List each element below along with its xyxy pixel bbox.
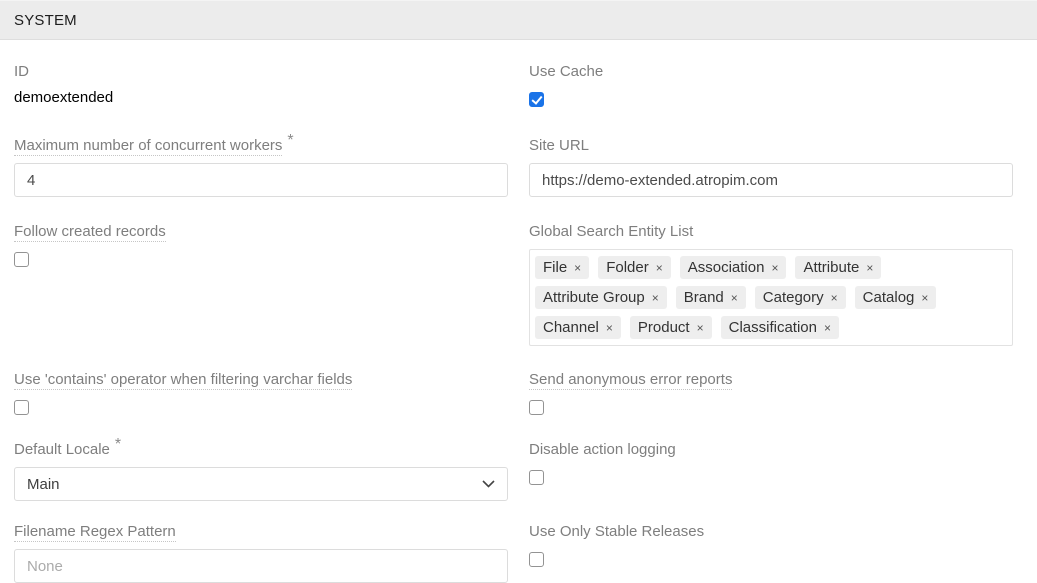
entity-tag: Catalog × — [855, 286, 937, 309]
system-settings-form: ID demoextended Use Cache Maximum number… — [0, 40, 1037, 583]
field-stable-releases: Use Only Stable Releases — [529, 523, 1013, 583]
default-locale-label: Default Locale* — [14, 441, 508, 458]
entity-tag: Classification × — [721, 316, 839, 339]
field-follow-created: Follow created records — [14, 223, 508, 346]
entity-tag: Channel × — [535, 316, 621, 339]
follow-created-label: Follow created records — [14, 223, 508, 240]
field-site-url: Site URL — [529, 137, 1013, 197]
panel-heading: SYSTEM — [0, 0, 1037, 40]
stable-releases-label: Use Only Stable Releases — [529, 523, 1013, 540]
entity-tag-label: Catalog — [863, 288, 915, 307]
entity-tag: Brand × — [676, 286, 746, 309]
chevron-down-icon — [482, 480, 495, 488]
required-marker: * — [115, 436, 121, 453]
remove-tag-icon[interactable]: × — [824, 322, 831, 334]
global-search-tags-box[interactable]: File × Folder × Association × Attribute × At… — [529, 249, 1013, 346]
follow-created-checkbox[interactable] — [14, 252, 29, 267]
max-workers-input[interactable] — [14, 163, 508, 197]
site-url-label: Site URL — [529, 137, 1013, 154]
entity-tag-label: Product — [638, 318, 690, 337]
entity-tag: Folder × — [598, 256, 671, 279]
entity-tag-label: Channel — [543, 318, 599, 337]
remove-tag-icon[interactable]: × — [771, 262, 778, 274]
remove-tag-icon[interactable]: × — [866, 262, 873, 274]
id-label: ID — [14, 63, 508, 80]
field-global-search: Global Search Entity List File × Folder × … — [529, 223, 1013, 346]
entity-tag-label: Attribute — [803, 258, 859, 277]
default-locale-select[interactable]: Main — [14, 467, 508, 501]
disable-logging-label: Disable action logging — [529, 441, 1013, 458]
field-disable-logging: Disable action logging — [529, 441, 1013, 501]
entity-tag: Attribute Group × — [535, 286, 667, 309]
entity-tag-label: Attribute Group — [543, 288, 645, 307]
remove-tag-icon[interactable]: × — [656, 262, 663, 274]
field-filename-regex: Filename Regex Pattern — [14, 523, 508, 583]
entity-tag: File × — [535, 256, 589, 279]
use-contains-checkbox[interactable] — [14, 400, 29, 415]
field-max-workers: Maximum number of concurrent workers* — [14, 137, 508, 197]
site-url-input[interactable] — [529, 163, 1013, 197]
entity-tag-label: Brand — [684, 288, 724, 307]
remove-tag-icon[interactable]: × — [831, 292, 838, 304]
error-reports-checkbox[interactable] — [529, 400, 544, 415]
entity-tag-label: File — [543, 258, 567, 277]
panel-title: SYSTEM — [14, 12, 77, 29]
entity-tag: Association × — [680, 256, 787, 279]
filename-regex-input[interactable] — [14, 549, 508, 583]
entity-tag-label: Category — [763, 288, 824, 307]
field-id: ID demoextended — [14, 63, 508, 112]
field-error-reports: Send anonymous error reports — [529, 371, 1013, 420]
entity-tag-label: Classification — [729, 318, 817, 337]
entity-tag: Product × — [630, 316, 712, 339]
stable-releases-checkbox[interactable] — [529, 552, 544, 567]
field-use-contains: Use 'contains' operator when filtering v… — [14, 371, 508, 420]
use-cache-checkbox[interactable] — [529, 92, 544, 107]
entity-tag: Attribute × — [795, 256, 881, 279]
entity-tag-label: Association — [688, 258, 765, 277]
field-use-cache: Use Cache — [529, 63, 1013, 112]
filename-regex-label: Filename Regex Pattern — [14, 523, 508, 540]
use-cache-label: Use Cache — [529, 63, 1013, 80]
max-workers-label: Maximum number of concurrent workers* — [14, 137, 508, 154]
required-marker: * — [287, 132, 293, 149]
remove-tag-icon[interactable]: × — [921, 292, 928, 304]
remove-tag-icon[interactable]: × — [652, 292, 659, 304]
disable-logging-checkbox[interactable] — [529, 470, 544, 485]
remove-tag-icon[interactable]: × — [606, 322, 613, 334]
remove-tag-icon[interactable]: × — [574, 262, 581, 274]
remove-tag-icon[interactable]: × — [731, 292, 738, 304]
entity-tag-label: Folder — [606, 258, 649, 277]
global-search-label: Global Search Entity List — [529, 223, 1013, 240]
entity-tag: Category × — [755, 286, 846, 309]
id-value: demoextended — [14, 89, 508, 107]
error-reports-label: Send anonymous error reports — [529, 371, 1013, 388]
field-default-locale: Default Locale* Main — [14, 441, 508, 501]
remove-tag-icon[interactable]: × — [697, 322, 704, 334]
use-contains-label: Use 'contains' operator when filtering v… — [14, 371, 508, 388]
default-locale-selected-value: Main — [27, 476, 60, 493]
